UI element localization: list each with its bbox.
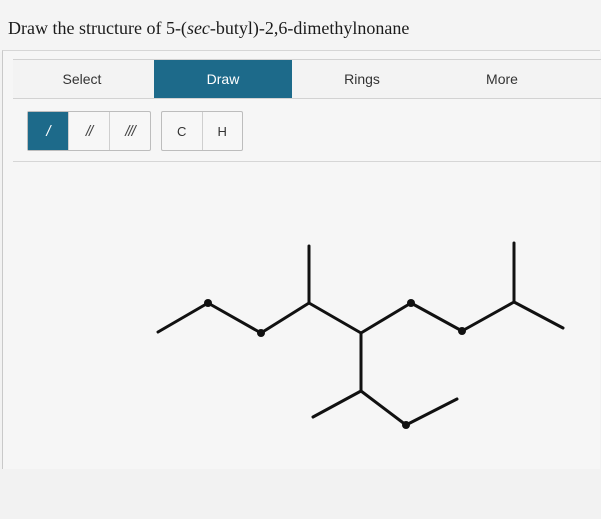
atom-dot[interactable] bbox=[257, 329, 265, 337]
bond[interactable] bbox=[359, 301, 413, 335]
atom-dot[interactable] bbox=[407, 299, 415, 307]
hydrogen-atom-button[interactable]: H bbox=[203, 112, 243, 150]
tab-select[interactable]: Select bbox=[13, 60, 151, 98]
atom-dot[interactable] bbox=[458, 327, 466, 335]
tab-more[interactable]: More bbox=[433, 60, 571, 98]
question-text: Draw the structure of 5-(sec-butyl)-2,6-… bbox=[8, 18, 409, 39]
atom-tool-group: C H bbox=[161, 111, 243, 151]
bond[interactable] bbox=[156, 301, 210, 334]
question-prefix: Draw the structure of 5-( bbox=[8, 18, 187, 38]
atom-dot[interactable] bbox=[402, 421, 410, 429]
question-suffix: -butyl)-2,6-dimethylnonane bbox=[209, 18, 410, 38]
tab-rings[interactable]: Rings bbox=[293, 60, 431, 98]
bond[interactable] bbox=[307, 301, 363, 335]
bond-tool-group: / // /// bbox=[27, 111, 151, 151]
bond[interactable] bbox=[409, 301, 464, 333]
molecule-structure bbox=[156, 241, 565, 427]
bond[interactable] bbox=[206, 301, 263, 335]
single-bond-button[interactable]: / bbox=[28, 112, 69, 150]
bond[interactable] bbox=[460, 300, 516, 333]
bond[interactable] bbox=[259, 301, 311, 335]
carbon-atom-button[interactable]: C bbox=[162, 112, 203, 150]
drawing-canvas[interactable] bbox=[6, 211, 601, 519]
double-bond-button[interactable]: // bbox=[69, 112, 110, 150]
triple-bond-button[interactable]: /// bbox=[110, 112, 150, 150]
question-italic: sec bbox=[186, 18, 210, 38]
bond[interactable] bbox=[404, 397, 459, 427]
structure-editor: Select Draw Rings More / // /// C H bbox=[2, 50, 601, 469]
tab-draw[interactable]: Draw bbox=[154, 60, 292, 98]
atom-dot[interactable] bbox=[204, 299, 212, 307]
bond[interactable] bbox=[311, 389, 363, 419]
bond[interactable] bbox=[359, 389, 408, 427]
editor-tabbar: Select Draw Rings More bbox=[13, 59, 601, 99]
question-header: Draw the structure of 5-(sec-butyl)-2,6-… bbox=[0, 0, 601, 52]
bond[interactable] bbox=[512, 300, 565, 330]
tool-row: / // /// C H bbox=[13, 107, 601, 162]
